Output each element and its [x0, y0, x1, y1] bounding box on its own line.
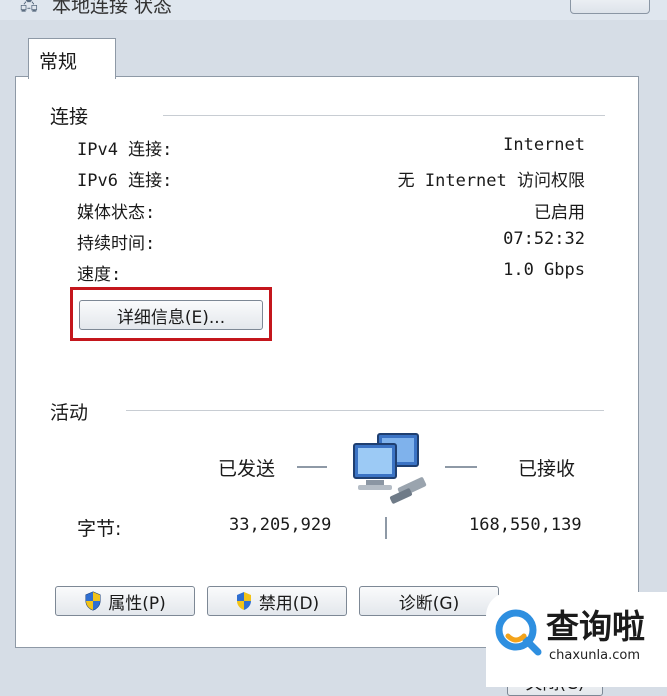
properties-label: 属性(P): [108, 593, 166, 614]
details-highlight-box: [70, 287, 272, 341]
ipv6-value: 无 Internet 访问权限: [397, 171, 585, 191]
bytes-label: 字节:: [77, 518, 122, 540]
activity-divider: [385, 517, 387, 539]
uac-shield-icon: [235, 591, 253, 611]
properties-button[interactable]: 属性(P): [55, 586, 195, 616]
ipv4-value: Internet: [503, 135, 585, 155]
connection-separator: [163, 115, 605, 116]
disable-label: 禁用(D): [258, 593, 320, 614]
diagnose-button[interactable]: 诊断(G): [359, 586, 499, 616]
media-state-label: 媒体状态:: [77, 203, 156, 223]
speed-value: 1.0 Gbps: [503, 260, 585, 280]
tab-general-label: 常规: [39, 51, 78, 73]
duration-value: 07:52:32: [503, 229, 585, 249]
watermark-logo-icon: [495, 609, 542, 656]
network-computers-icon: [348, 430, 438, 515]
ipv4-label: IPv4 连接:: [77, 140, 173, 160]
watermark-brand: 查询啦: [546, 607, 645, 646]
window-close-button[interactable]: [570, 0, 650, 14]
watermark-url: chaxunla.com: [549, 648, 640, 663]
window-title: 本地连接 状态: [52, 0, 173, 17]
media-state-value: 已启用: [534, 203, 585, 223]
duration-label: 持续时间:: [77, 234, 156, 254]
sent-label: 已发送: [218, 458, 276, 480]
window-titlebar: 🖧 本地连接 状态: [0, 0, 667, 20]
connection-section-title: 连接: [50, 106, 89, 128]
general-panel: [15, 76, 639, 648]
ipv6-label: IPv6 连接:: [77, 171, 173, 191]
activity-section-title: 活动: [50, 402, 89, 424]
network-icon: 🖧: [20, 0, 38, 14]
tab-general[interactable]: 常规: [28, 38, 116, 79]
disable-button[interactable]: 禁用(D): [207, 586, 347, 616]
activity-separator: [126, 410, 604, 411]
sent-dash: [297, 466, 327, 468]
bytes-received-value: 168,550,139: [469, 515, 582, 535]
received-dash: [445, 466, 477, 468]
speed-label: 速度:: [77, 265, 122, 285]
bytes-sent-value: 33,205,929: [229, 515, 332, 535]
received-label: 已接收: [518, 458, 576, 480]
uac-shield-icon: [84, 591, 102, 611]
